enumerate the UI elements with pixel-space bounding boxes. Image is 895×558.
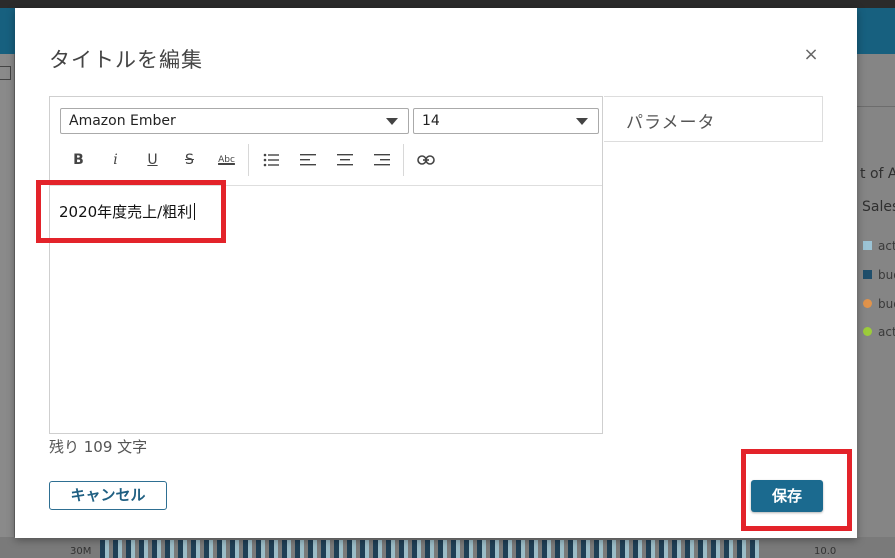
font-size-select[interactable]: 14 (413, 108, 599, 134)
edit-title-dialog: タイトルを編集 × Amazon Ember 14 B i U S Abc 20… (15, 8, 857, 538)
legend-swatch (863, 327, 872, 336)
legend-title: t of A (860, 166, 895, 182)
font-family-select[interactable]: Amazon Ember (60, 108, 409, 134)
underline-button[interactable]: U (134, 147, 171, 173)
save-button[interactable]: 保存 (751, 480, 823, 512)
legend-item: act (878, 239, 895, 253)
parameters-label: パラメータ (626, 113, 716, 133)
link-icon[interactable] (407, 147, 444, 173)
italic-button[interactable]: i (97, 147, 134, 173)
remaining-characters: 残り 109 文字 (49, 438, 148, 456)
legend-swatch (863, 270, 872, 279)
bullet-list-icon[interactable] (252, 147, 289, 173)
align-center-icon[interactable] (326, 147, 363, 173)
panel-toggle-icon (0, 66, 11, 80)
font-family-value: Amazon Ember (69, 113, 176, 129)
legend-item: act (878, 325, 895, 339)
legend-item: bud (878, 268, 895, 282)
dialog-title: タイトルを編集 (49, 48, 203, 72)
legend-subtitle: Sales (862, 199, 895, 215)
app-topbar (0, 0, 895, 8)
parameters-panel[interactable]: パラメータ (604, 96, 823, 142)
toolbar-divider (403, 144, 404, 176)
chevron-down-icon (386, 118, 398, 125)
chevron-down-icon (576, 118, 588, 125)
title-editor: Amazon Ember 14 B i U S Abc 2020年度売上/粗利 (49, 96, 603, 434)
legend-swatch (863, 241, 872, 250)
cancel-button[interactable]: キャンセル (49, 481, 167, 510)
close-icon[interactable]: × (801, 45, 821, 65)
axis-label-right: 10.0 (814, 546, 837, 557)
axis-label-left: 30M (70, 546, 92, 557)
bold-button[interactable]: B (60, 147, 97, 173)
title-text: 2020年度売上/粗利 (59, 203, 193, 221)
align-right-icon[interactable] (363, 147, 400, 173)
editor-toolbar: Amazon Ember 14 B i U S Abc (50, 97, 602, 186)
spellcheck-button[interactable]: Abc (208, 147, 245, 173)
format-toolbar-row: B i U S Abc (60, 144, 444, 176)
text-cursor (194, 203, 196, 220)
title-text-input[interactable]: 2020年度売上/粗利 (59, 201, 196, 222)
strikethrough-button[interactable]: S (171, 147, 208, 173)
font-size-value: 14 (422, 113, 440, 129)
align-left-icon[interactable] (289, 147, 326, 173)
legend-item: bud (878, 297, 895, 311)
legend-swatch (863, 299, 872, 308)
app-left-panel (0, 54, 15, 558)
chart-bars (100, 540, 760, 558)
toolbar-divider (248, 144, 249, 176)
